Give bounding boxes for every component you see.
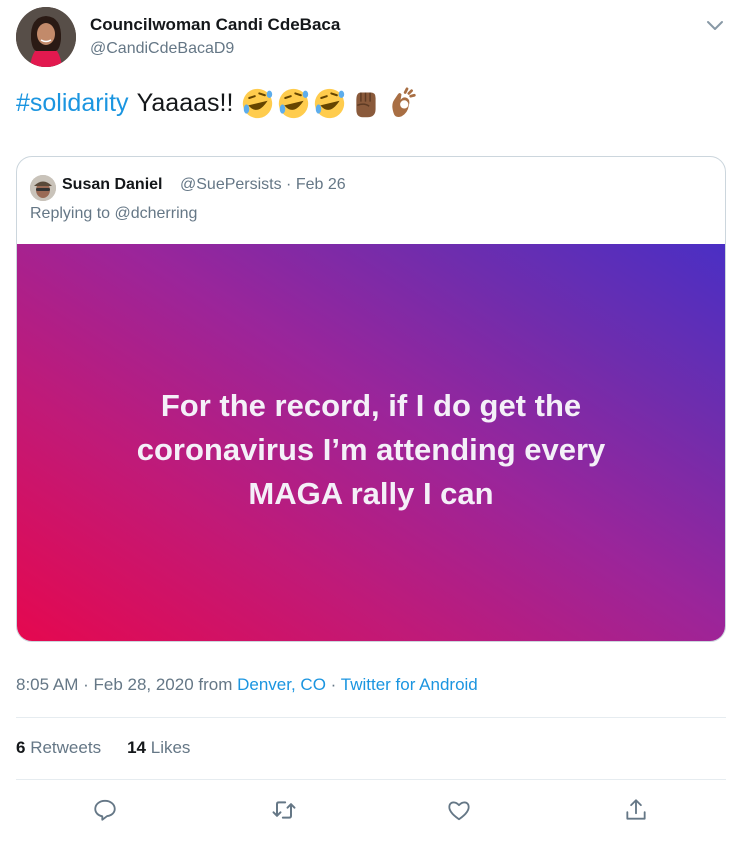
share-icon[interactable]: [622, 796, 650, 824]
emoji-row: [241, 86, 418, 120]
retweets-label: Retweets: [30, 738, 102, 757]
quoted-image[interactable]: For the record, if I do get the coronavi…: [17, 244, 725, 641]
retweet-icon[interactable]: [270, 796, 298, 824]
source-link[interactable]: Twitter for Android: [341, 675, 478, 694]
likes-count: 14: [127, 738, 146, 757]
image-text-line: MAGA rally I can: [248, 476, 494, 511]
tweet-text: #solidarity Yaaaas!!: [16, 85, 418, 121]
image-text-line: coronavirus I’m attending every: [136, 432, 606, 467]
likes-label: Likes: [150, 738, 191, 757]
divider: [16, 717, 726, 718]
divider: [16, 779, 726, 780]
author-avatar[interactable]: [16, 7, 76, 67]
tweet: Councilwoman Candi CdeBaca @CandiCdeBaca…: [0, 0, 744, 841]
quoted-tweet[interactable]: Susan Daniel @SuePersists · Feb 26 Reply…: [16, 156, 726, 642]
rofl-emoji-icon: [315, 88, 345, 118]
tweet-stats: 6 Retweets 14 Likes: [16, 738, 190, 758]
quoted-author-handle[interactable]: @SuePersists · Feb 26: [180, 176, 346, 194]
rofl-emoji-icon: [243, 88, 273, 118]
meta-separator: ·: [325, 675, 341, 694]
image-text-line: For the record, if I do get the: [160, 388, 582, 423]
raised-fist-icon: [356, 92, 376, 117]
ok-hand-icon: [392, 86, 417, 117]
quoted-image-text: For the record, if I do get the coronavi…: [17, 384, 725, 516]
reply-icon[interactable]: [91, 796, 119, 824]
quoted-author-avatar[interactable]: [30, 175, 56, 201]
timestamp[interactable]: 8:05 AM · Feb 28, 2020 from: [16, 675, 237, 694]
tweet-body: Yaaaas!!: [136, 88, 234, 117]
like-icon[interactable]: [445, 796, 473, 824]
location-link[interactable]: Denver, CO: [237, 675, 326, 694]
rofl-emoji-icon: [279, 88, 309, 118]
author-handle[interactable]: @CandiCdeBacaD9: [90, 40, 234, 58]
hashtag-link[interactable]: #solidarity: [16, 89, 129, 118]
tweet-meta: 8:05 AM · Feb 28, 2020 from Denver, CO ·…: [16, 675, 478, 695]
quoted-author-name[interactable]: Susan Daniel: [62, 176, 162, 194]
replying-to: Replying to @dcherring: [30, 205, 198, 222]
likes-stat[interactable]: 14 Likes: [127, 738, 190, 758]
retweets-stat[interactable]: 6 Retweets: [16, 738, 101, 758]
retweets-count: 6: [16, 738, 26, 757]
chevron-down-icon[interactable]: [704, 14, 726, 36]
author-name[interactable]: Councilwoman Candi CdeBaca: [90, 15, 340, 35]
